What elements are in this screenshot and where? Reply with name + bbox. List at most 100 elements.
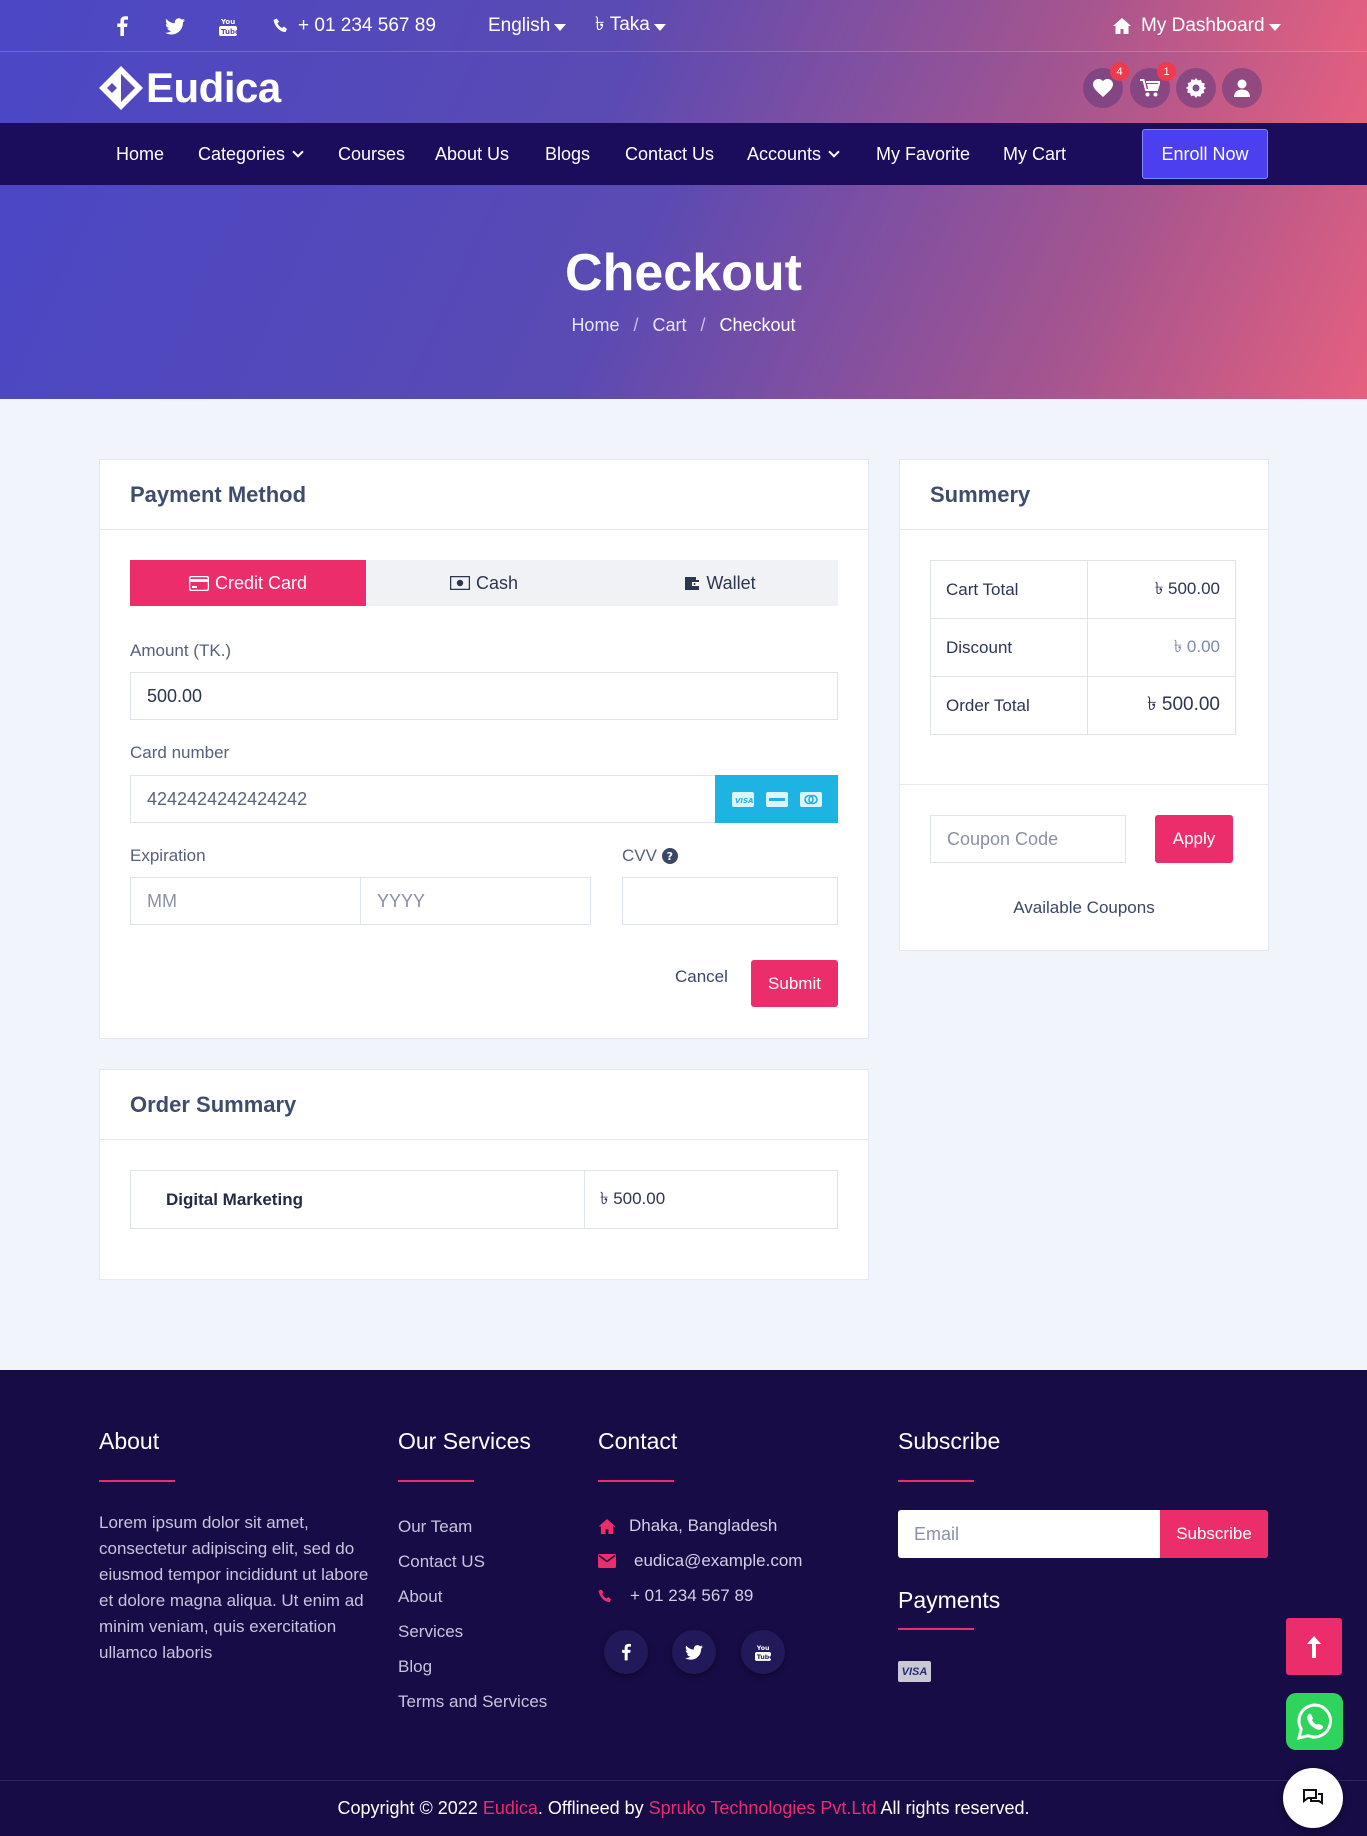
nav-blogs[interactable]: Blogs <box>545 123 590 185</box>
breadcrumb-separator: / <box>700 315 706 335</box>
subscribe-button[interactable]: Subscribe <box>1160 1510 1268 1558</box>
logo[interactable]: Eudica <box>98 60 281 116</box>
payment-method-card: Payment Method Credit Card Cash Wallet A… <box>99 459 869 1039</box>
cvv-input[interactable] <box>622 877 838 925</box>
summary-table: Cart Total ৳ 500.00 Discount ৳ 0.00 Orde… <box>930 560 1236 735</box>
summary-row-discount: Discount ৳ 0.00 <box>930 618 1236 677</box>
language-dropdown[interactable]: English <box>488 0 567 52</box>
cvv-label-group: CVV ? <box>622 846 678 866</box>
nav-home-label: Home <box>116 143 165 164</box>
settings-button[interactable] <box>1176 68 1216 108</box>
breadcrumb-cart[interactable]: Cart <box>652 315 686 336</box>
nav-my-cart[interactable]: My Cart <box>1003 123 1066 185</box>
dashboard-dropdown[interactable]: My Dashboard <box>1113 0 1281 52</box>
twitter-icon[interactable] <box>165 0 185 52</box>
nav-about-us[interactable]: About Us <box>435 123 509 185</box>
nav-courses-label: Courses <box>338 143 406 164</box>
summary-title: Summery <box>900 460 1268 530</box>
order-item-row: Digital Marketing ৳ 500.00 <box>130 1170 838 1229</box>
footer-payments-title: Payments <box>898 1587 1001 1613</box>
footer-contact-title: Contact <box>598 1428 678 1454</box>
caret-down-icon <box>554 23 567 31</box>
coupon-placeholder: Coupon Code <box>947 828 1059 849</box>
card-number-value: 4242424242424242 <box>147 788 308 809</box>
copyright-company-link[interactable]: Spruko Technologies Pvt.Ltd <box>649 1798 877 1819</box>
apply-coupon-button[interactable]: Apply <box>1155 815 1233 863</box>
enroll-now-button[interactable]: Enroll Now <box>1142 129 1268 179</box>
footer-link-services[interactable]: Services <box>398 1622 547 1657</box>
footer-link-blog[interactable]: Blog <box>398 1657 547 1692</box>
currency-dropdown[interactable]: ৳ Taka <box>595 0 666 52</box>
nav-categories-label: Categories <box>198 143 286 164</box>
svg-text:You: You <box>220 18 235 26</box>
dashboard-label: My Dashboard <box>1141 15 1265 36</box>
footer-youtube-icon[interactable]: You Tube <box>741 1630 785 1674</box>
footer-facebook-icon[interactable] <box>604 1630 648 1674</box>
expiration-year-input[interactable]: YYYY <box>360 877 591 925</box>
coupon-code-input[interactable]: Coupon Code <box>930 815 1126 863</box>
breadcrumb: Home / Cart / Checkout <box>0 315 1367 336</box>
available-coupons-link[interactable]: Available Coupons <box>900 898 1268 918</box>
chevron-down-icon <box>292 145 304 158</box>
footer-twitter-icon[interactable] <box>672 1630 716 1674</box>
nav-home[interactable]: Home <box>116 123 164 185</box>
card-number-label: Card number <box>130 743 230 762</box>
logo-text: Eudica <box>146 64 281 111</box>
breadcrumb-home[interactable]: Home <box>571 315 619 336</box>
chat-button[interactable] <box>1283 1768 1343 1828</box>
footer-phone-text: + 01 234 567 89 <box>630 1586 754 1605</box>
tab-wallet-label: Wallet <box>706 572 756 593</box>
tab-cash[interactable]: Cash <box>366 560 602 606</box>
summary-divider <box>900 784 1268 785</box>
nav-accounts[interactable]: Accounts <box>747 123 840 185</box>
expiration-label: Expiration <box>130 846 206 865</box>
svg-text:VISA: VISA <box>735 797 753 805</box>
expiration-month-input[interactable]: MM <box>130 877 361 925</box>
phone-icon <box>273 18 289 34</box>
footer-link-about[interactable]: About <box>398 1587 547 1622</box>
nav-my-favorite[interactable]: My Favorite <box>876 123 970 185</box>
email-placeholder: Email <box>914 1523 960 1544</box>
nav-categories[interactable]: Categories <box>198 123 304 185</box>
cart-button[interactable]: 1 <box>1130 62 1176 108</box>
youtube-icon[interactable]: You Tube <box>219 0 237 52</box>
year-placeholder: YYYY <box>377 890 426 911</box>
tab-wallet[interactable]: Wallet <box>602 560 838 606</box>
summary-card: Summery Cart Total ৳ 500.00 Discount ৳ 0… <box>899 459 1269 951</box>
cancel-button[interactable]: Cancel <box>675 967 728 987</box>
nav-contact-label: Contact Us <box>625 143 715 164</box>
phone-contact[interactable]: + 01 234 567 89 <box>273 0 436 52</box>
nav-courses[interactable]: Courses <box>338 123 405 185</box>
nav-contact-us[interactable]: Contact Us <box>625 123 714 185</box>
submit-button[interactable]: Submit <box>751 960 838 1007</box>
whatsapp-button[interactable] <box>1286 1693 1343 1750</box>
wishlist-button[interactable]: 4 <box>1083 62 1129 108</box>
footer-about-text: Lorem ipsum dolor sit amet, consectetur … <box>99 1513 369 1662</box>
wishlist-count-badge: 4 <box>1110 62 1129 81</box>
payment-tabs: Credit Card Cash Wallet <box>130 560 838 606</box>
back-to-top-button[interactable] <box>1286 1618 1342 1675</box>
subscribe-email-input[interactable]: Email <box>898 1510 1161 1558</box>
footer-link-contact-us[interactable]: Contact US <box>398 1552 547 1587</box>
copyright-brand-link[interactable]: Eudica <box>483 1798 538 1819</box>
phone-icon <box>598 1588 613 1604</box>
wallet-icon <box>684 575 700 591</box>
visa-payment-icon: VISA <box>898 1661 931 1682</box>
footer-email[interactable]: eudica@example.com <box>598 1551 802 1571</box>
facebook-icon[interactable] <box>116 0 128 52</box>
home-icon <box>598 1518 616 1534</box>
summary-row-cart-total: Cart Total ৳ 500.00 <box>930 560 1236 619</box>
profile-button[interactable] <box>1222 68 1262 108</box>
gear-icon <box>1186 78 1206 98</box>
user-icon <box>1234 79 1250 97</box>
help-icon[interactable]: ? <box>661 848 678 864</box>
cart-total-label: Cart Total <box>930 560 1088 619</box>
footer-link-terms[interactable]: Terms and Services <box>398 1692 547 1727</box>
footer-link-our-team[interactable]: Our Team <box>398 1517 547 1552</box>
heart-icon <box>1093 79 1113 97</box>
svg-text:?: ? <box>667 850 673 863</box>
card-number-input[interactable]: 4242424242424242 <box>130 775 716 823</box>
amount-input[interactable]: 500.00 <box>130 672 838 720</box>
tab-credit-card[interactable]: Credit Card <box>130 560 366 606</box>
footer-phone[interactable]: + 01 234 567 89 <box>598 1586 753 1606</box>
